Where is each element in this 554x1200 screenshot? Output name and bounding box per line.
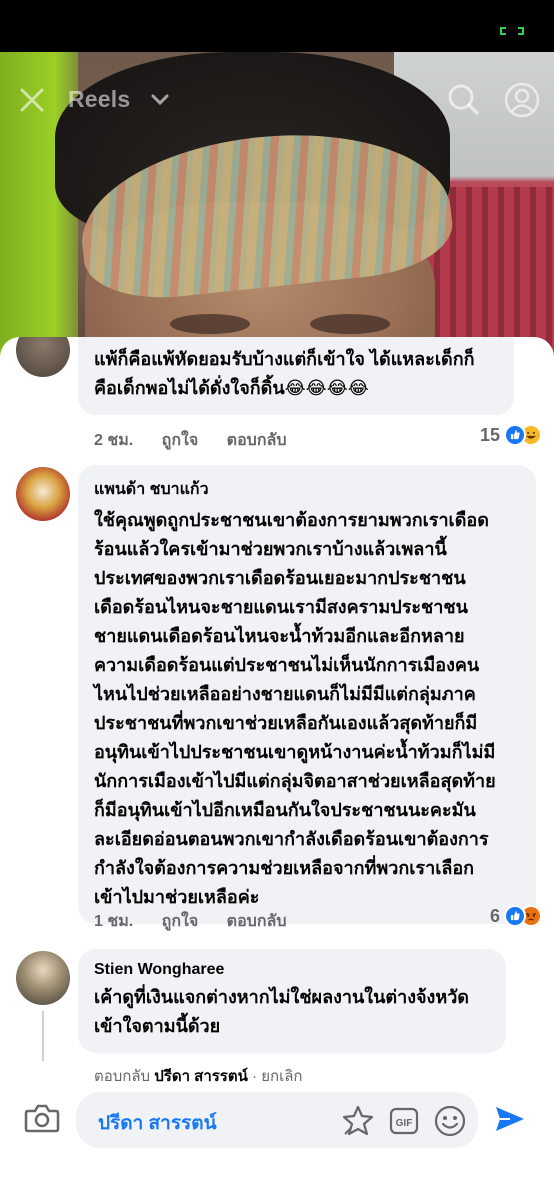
battery-icon xyxy=(500,27,524,35)
comment-meta: 2 ชม. ถูกใจ ตอบกลับ xyxy=(94,428,310,453)
reply-button[interactable]: ตอบกลับ xyxy=(227,432,287,449)
comment-bubble[interactable]: แพนด้า ชบาแก้ว ใช้คุณพูดถูกประชาชนเขาต้อ… xyxy=(78,465,536,924)
video-eye-left xyxy=(170,314,250,334)
avatar[interactable] xyxy=(16,337,70,377)
reaction-summary[interactable]: 6 xyxy=(490,905,542,927)
comment-time: 2 ชม. xyxy=(94,432,134,449)
comment-author[interactable]: แพนด้า ชบาแก้ว xyxy=(94,477,520,502)
comment-text: แพ้ก็คือแพ้หัดยอมรับบ้างแต่ก็เข้าใจ ได้แ… xyxy=(94,349,475,398)
comment-input[interactable]: ปรีดา สารรตน์ GIF xyxy=(76,1092,478,1148)
comment-composer: ปรีดา สารรตน์ GIF xyxy=(0,1088,554,1200)
camera-icon[interactable] xyxy=(24,1102,60,1134)
svg-text:GIF: GIF xyxy=(396,1118,413,1129)
search-icon[interactable] xyxy=(446,82,480,116)
chevron-down-icon[interactable] xyxy=(150,92,170,108)
reply-button[interactable]: ตอบกลับ xyxy=(227,913,287,930)
close-icon[interactable] xyxy=(18,86,46,114)
like-button[interactable]: ถูกใจ xyxy=(162,432,199,449)
comment-bubble[interactable]: แพ้ก็คือแพ้หัดยอมรับบ้างแต่ก็เข้าใจ ได้แ… xyxy=(78,337,514,415)
cancel-reply-button[interactable]: · ยกเลิก xyxy=(252,1068,302,1085)
like-icon xyxy=(504,905,526,927)
comment-author[interactable]: Stien Wongharee xyxy=(94,961,490,979)
status-bar xyxy=(0,0,554,52)
send-icon[interactable] xyxy=(494,1104,526,1134)
thread-line xyxy=(42,1011,44,1061)
avatar[interactable] xyxy=(16,951,70,1005)
avatar-sticker-icon[interactable] xyxy=(341,1104,375,1138)
like-icon xyxy=(504,424,526,446)
reels-title[interactable]: Reels xyxy=(68,86,130,113)
comment-time: 1 ชม. xyxy=(94,913,134,930)
like-button[interactable]: ถูกใจ xyxy=(162,913,199,930)
reaction-summary[interactable]: 15 xyxy=(480,424,542,446)
reply-indicator: ตอบกลับ ปรีดา สารรตน์ · ยกเลิก xyxy=(94,1068,303,1085)
reply-target-name: ปรีดา สารรตน์ xyxy=(154,1068,248,1085)
comment-bubble[interactable]: Stien Wongharee เค้าดูที่เงินแจกต่างหากไ… xyxy=(78,949,506,1053)
video-eye-right xyxy=(310,314,390,334)
reaction-count: 6 xyxy=(489,905,500,926)
comment-text: เค้าดูที่เงินแจกต่างหากไม่ใช่ผลงานในต่าง… xyxy=(94,987,469,1036)
mention-tag: ปรีดา สารรตน์ xyxy=(98,1113,217,1134)
profile-icon[interactable] xyxy=(504,82,540,118)
reaction-count: 15 xyxy=(479,424,500,445)
gif-icon[interactable]: GIF xyxy=(389,1106,419,1136)
reels-top-bar: Reels xyxy=(0,80,554,120)
comment-text: ใช้คุณพูดถูกประชาชนเขาต้องการยามพวกเราเด… xyxy=(94,510,496,907)
avatar[interactable] xyxy=(16,467,70,521)
emoji-icon[interactable] xyxy=(433,1104,467,1138)
comment-meta: 1 ชม. ถูกใจ ตอบกลับ xyxy=(94,909,310,934)
